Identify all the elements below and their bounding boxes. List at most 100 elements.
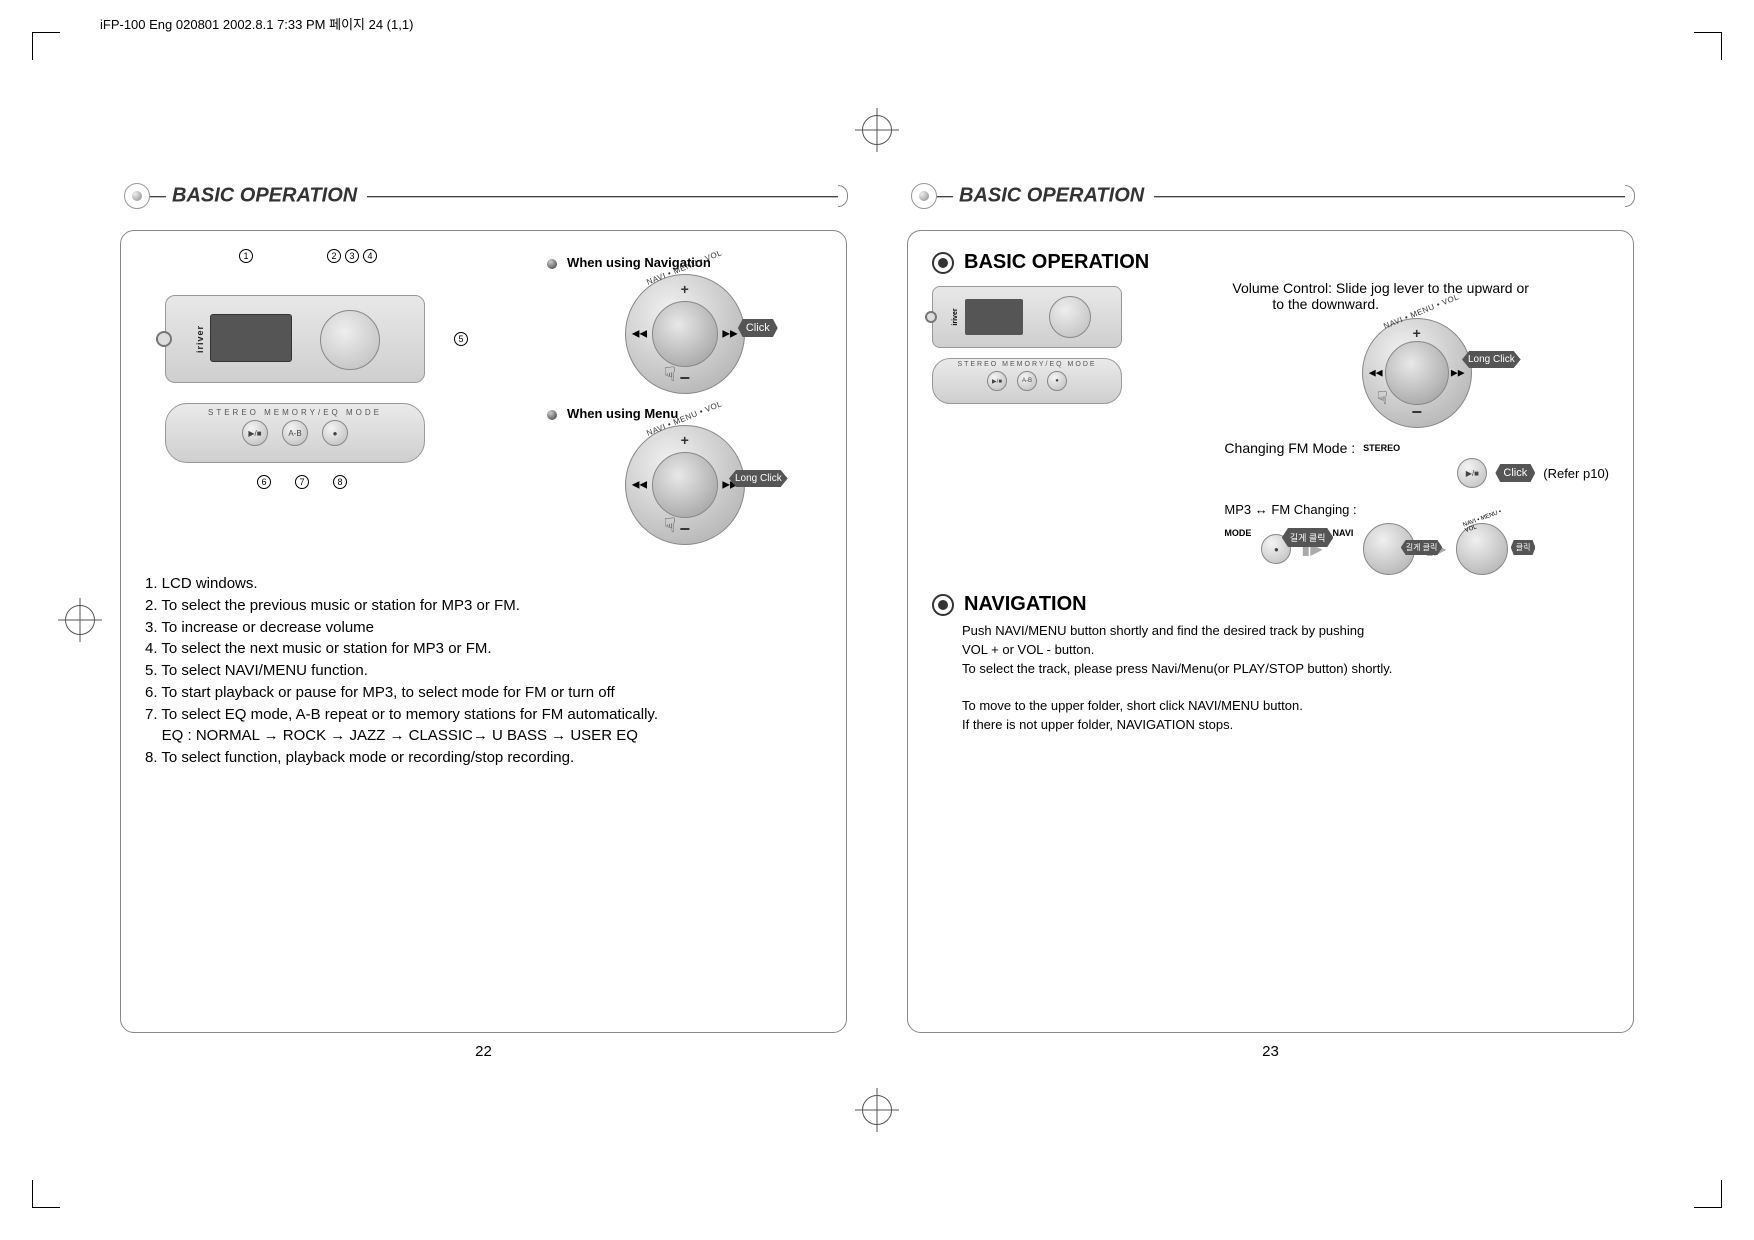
header-title: BASIC OPERATION [953,185,1154,208]
callout-6: 6 [257,475,271,489]
nav-text: VOL + or VOL - button. [962,642,1094,657]
cropmark [32,1207,60,1208]
nav-text: To move to the upper folder, short click… [962,698,1303,713]
list-item: 4. To select the next music or station f… [145,638,822,660]
header-knob-icon [911,183,937,209]
ab-button: A-B [1017,371,1037,391]
prev-icon: ◀◀ [632,480,647,491]
jog-dial-navigation: NAVI • MENU • VOL + − ◀◀ ▶▶ ☟ Click [625,274,745,394]
cropmark [1721,1180,1722,1208]
list-item: 5. To select NAVI/MENU function. [145,660,822,682]
device-brand: iriver [195,325,205,353]
play-stop-button: ▶/■ [987,371,1007,391]
minus-icon: − [679,519,690,540]
plus-icon: + [1413,325,1421,341]
page-right: BASIC OPERATION BASIC OPERATION iriver S… [907,180,1634,1060]
rec-button: ● [322,420,348,446]
vol-line1: Volume Control: Slide jog lever to the u… [1232,280,1529,296]
cropmark [32,32,60,33]
hand-icon: ☟ [664,513,676,538]
plus-icon: + [681,281,689,297]
cropmark [1694,1207,1722,1208]
registration-mark [65,605,95,635]
nav-text: To select the track, please press Navi/M… [962,661,1392,676]
longclick-burst: Long Click [729,470,788,487]
mp3-fm-label: MP3 ↔ FM Changing : [1224,502,1609,517]
ring-icon [932,252,954,274]
vol-line2: to the downward. [1232,296,1379,312]
ring-icon [932,594,954,616]
jog-dial-volume: NAVI • MENU • VOL + − ◀◀ ▶▶ ☟ Long Click [1362,318,1472,428]
longclick-burst: Long Click [1462,351,1521,368]
bottom-labels: STEREO MEMORY/EQ MODE [166,408,424,417]
device-brand: iriver [952,308,959,325]
cropmark [32,32,33,60]
section-title: NAVIGATION [964,593,1087,616]
plus-icon: + [681,432,689,448]
bullet-icon [547,410,557,420]
nav-text: If there is not upper folder, NAVIGATION… [962,717,1233,732]
prev-icon: ◀◀ [1369,368,1383,379]
page-number: 23 [907,1043,1634,1060]
registration-mark [862,115,892,145]
device-bottom-diagram: STEREO MEMORY/EQ MODE ▶/■ A-B ● [165,403,425,463]
callout-8: 8 [333,475,347,489]
registration-mark [862,1095,892,1125]
list-item: 8. To select function, playback mode or … [145,747,822,769]
list-item: 2. To select the previous music or stati… [145,595,822,617]
section-header: BASIC OPERATION [130,180,847,212]
page-left: BASIC OPERATION 1 2 3 4 iriver [120,180,847,1060]
header-knob-icon [124,183,150,209]
jog-small: 길게 클릭 [1363,523,1415,575]
fm-mode-label: Changing FM Mode : [1224,440,1355,456]
play-stop-button: ▶/■ [242,420,268,446]
header-title: BASIC OPERATION [166,185,367,208]
mode-label: MODE [1224,528,1251,538]
file-path-header: iFP-100 Eng 020801 2002.8.1 7:33 PM 페이지 … [100,14,413,33]
device-front-small: iriver [932,286,1122,348]
next-icon: ▶▶ [1451,368,1465,379]
list-item: 1. LCD windows. [145,573,822,595]
feature-list: 1. LCD windows. 2. To select the previou… [145,573,822,769]
minus-icon: − [679,368,690,389]
click-burst: Click [1495,464,1535,482]
jog-dial-menu: NAVI • MENU • VOL + − ◀◀ ▶▶ ☟ Long Click [625,425,745,545]
device-bottom-small: STEREO MEMORY/EQ MODE ▶/■ A-B ● [932,358,1122,404]
cropmark [1721,32,1722,60]
refer-text: (Refer p10) [1543,466,1609,481]
jog-control [320,310,380,370]
bullet-icon [547,259,557,269]
callout-1: 1 [239,249,253,263]
longclick-burst-kr: 길게 클릭 [1401,540,1443,555]
lcd-screen [210,314,292,362]
click-burst: Click [738,319,778,337]
click-burst-kr: 클릭 [1511,540,1536,555]
ab-button: A-B [282,420,308,446]
content-box: BASIC OPERATION iriver STEREO MEMORY/EQ … [907,230,1634,1033]
play-stop-button: ▶/■ [1457,458,1487,488]
navi-label: NAVI [1333,528,1354,538]
section-header: BASIC OPERATION [917,180,1634,212]
bottom-labels: STEREO MEMORY/EQ MODE [933,361,1121,368]
callout-2: 2 [327,249,341,263]
content-box: 1 2 3 4 iriver 5 STEREO MEMORY/EQ MODE [120,230,847,1033]
stereo-label: STEREO [1363,443,1400,453]
list-item: 6. To start playback or pause for MP3, t… [145,682,822,704]
navigation-body: Push NAVI/MENU button shortly and find t… [962,622,1609,735]
menu-heading-text: When using Menu [567,406,678,421]
hand-icon: ☟ [1377,388,1388,409]
prev-icon: ◀◀ [632,329,647,340]
list-item: 3. To increase or decrease volume [145,617,822,639]
section-title: BASIC OPERATION [964,251,1149,274]
list-item: 7. To select EQ mode, A-B repeat or to m… [145,704,822,726]
callout-4: 4 [363,249,377,263]
cropmark [1694,32,1722,33]
cropmark [32,1180,33,1208]
callout-3: 3 [345,249,359,263]
callout-5: 5 [454,332,468,346]
rec-button: ● [1047,371,1067,391]
jog-small: NAVI • MENU • VOL 클릭 [1456,523,1508,575]
next-icon: ▶▶ [722,329,737,340]
device-front-diagram: iriver 5 [165,295,425,383]
nav-text: Push NAVI/MENU button shortly and find t… [962,623,1364,638]
